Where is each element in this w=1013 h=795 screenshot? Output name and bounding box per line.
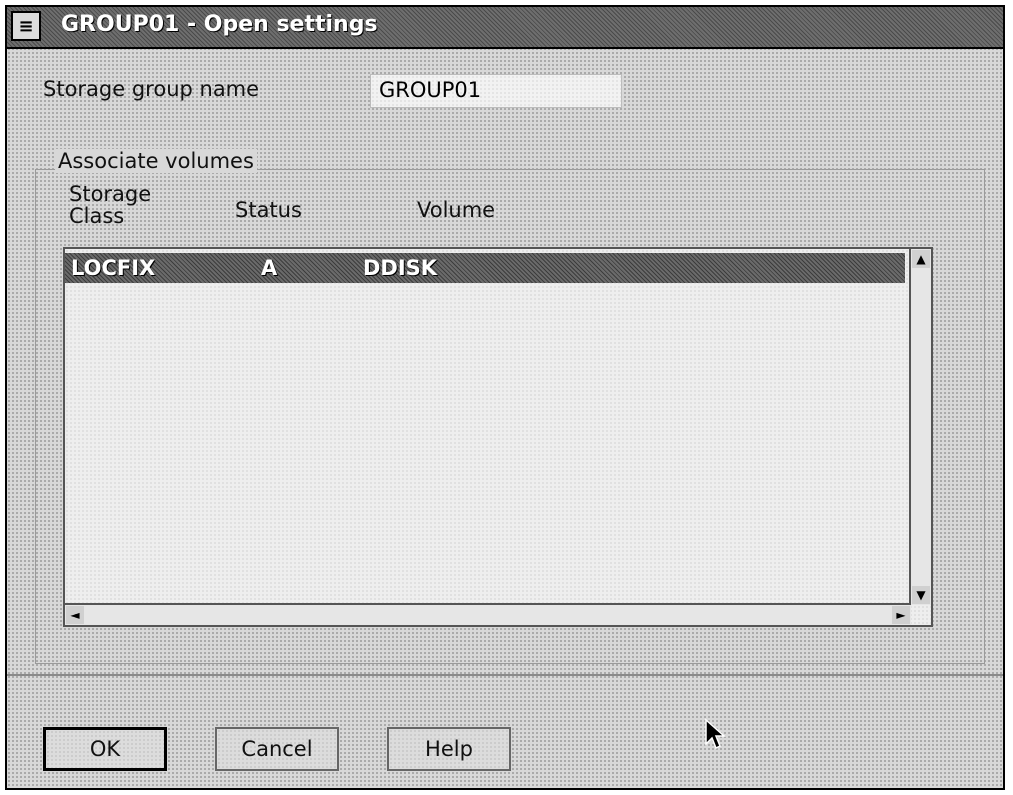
mouse-pointer-icon <box>705 718 726 750</box>
help-button[interactable]: Help <box>387 727 511 771</box>
scroll-right-icon[interactable]: ► <box>892 606 910 624</box>
associate-volumes-label: Associate volumes <box>55 149 257 173</box>
horizontal-scrollbar[interactable]: ◄ ► <box>65 603 911 625</box>
window-title: GROUP01 - Open settings <box>61 12 378 37</box>
column-header-storage-class: Storage Class <box>69 182 152 228</box>
column-header-volume: Volume <box>417 198 496 222</box>
vertical-scrollbar[interactable]: ▲ ▼ <box>909 249 931 605</box>
storage-group-name-label: Storage group name <box>43 77 260 101</box>
ok-button[interactable]: OK <box>43 727 167 771</box>
cancel-button[interactable]: Cancel <box>215 727 339 771</box>
column-header-status: Status <box>235 198 302 222</box>
storage-group-name-field[interactable]: GROUP01 <box>370 74 622 108</box>
scroll-left-icon[interactable]: ◄ <box>66 606 84 624</box>
table-row[interactable]: LOCFIX A DDISK <box>65 253 905 283</box>
scroll-down-icon[interactable]: ▼ <box>912 586 930 604</box>
title-bar[interactable]: ≡ GROUP01 - Open settings <box>7 7 1003 49</box>
scroll-up-icon[interactable]: ▲ <box>912 250 930 268</box>
volumes-listbox[interactable]: LOCFIX A DDISK ▲ ▼ ◄ ► <box>63 247 933 627</box>
cell-status: A <box>261 256 278 280</box>
button-area-separator <box>7 674 1003 676</box>
system-menu-icon[interactable]: ≡ <box>11 11 41 41</box>
cell-volume: DDISK <box>363 256 438 280</box>
cell-storage-class: LOCFIX <box>71 256 156 280</box>
settings-window: ≡ GROUP01 - Open settings Storage group … <box>5 5 1005 790</box>
